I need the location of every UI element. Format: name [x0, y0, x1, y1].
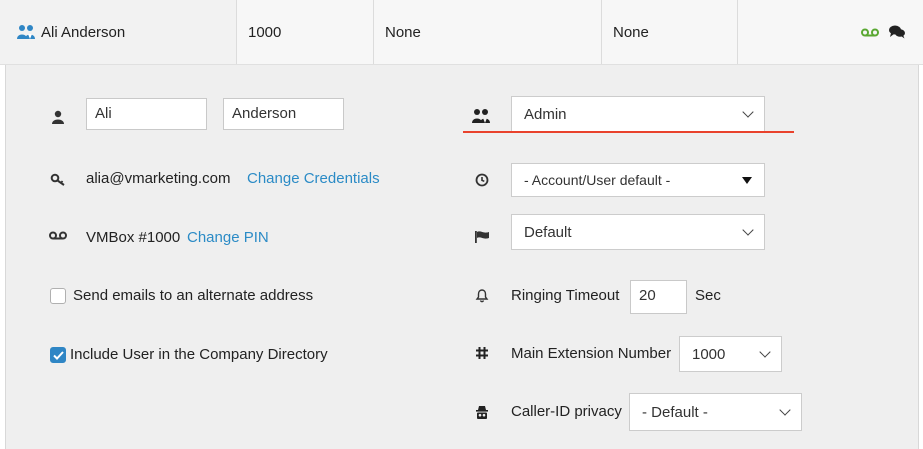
user-name: Ali Anderson: [41, 23, 126, 41]
call-forward-cell[interactable]: None: [601, 0, 737, 64]
extension-value: 1000: [248, 23, 282, 41]
main-extension-select[interactable]: 1000: [679, 336, 782, 372]
ringing-timeout-label: Ringing Timeout: [511, 287, 620, 304]
timezone-select[interactable]: - Account/User default -: [511, 163, 765, 197]
last-name-input[interactable]: Anderson: [223, 98, 344, 130]
role-icon: [471, 107, 491, 125]
role-select[interactable]: Admin: [511, 96, 765, 132]
chevron-down-icon: [742, 106, 754, 118]
user-header-row[interactable]: Ali Anderson 1000 None None: [0, 0, 923, 65]
user-name-cell[interactable]: Ali Anderson: [0, 0, 236, 64]
caller-id-privacy-select[interactable]: - Default -: [629, 393, 802, 431]
change-pin-link[interactable]: Change PIN: [187, 229, 269, 246]
ringing-timeout-input[interactable]: 20: [630, 280, 687, 314]
ringing-timeout-unit: Sec: [695, 287, 721, 304]
caret-down-icon: [742, 176, 752, 184]
alternate-email-label: Send emails to an alternate address: [73, 287, 314, 304]
last-name-value: Anderson: [232, 105, 297, 122]
device-cell[interactable]: None: [373, 0, 601, 64]
voicemail-icon[interactable]: [861, 28, 879, 37]
role-value: Admin: [524, 105, 567, 123]
flag-icon: [473, 229, 491, 245]
admin-user-icon: [17, 24, 35, 40]
company-directory-label: Include User in the Company Directory: [70, 346, 328, 363]
hash-icon: [473, 344, 490, 361]
language-select[interactable]: Default: [511, 214, 765, 250]
email-text: alia@vmarketing.com: [86, 170, 231, 187]
alternate-email-checkbox[interactable]: [50, 288, 66, 304]
user-settings-panel: Ali Anderson alia@vmarketing.com Change …: [5, 65, 919, 449]
main-extension-label: Main Extension Number: [511, 345, 672, 362]
chevron-down-icon: [742, 224, 754, 236]
call-forward-value: None: [613, 23, 649, 41]
change-credentials-link[interactable]: Change Credentials: [247, 170, 380, 187]
ringing-timeout-value: 20: [639, 287, 656, 304]
clock-icon: [474, 172, 490, 188]
key-icon: [49, 172, 67, 188]
incognito-icon: [473, 403, 490, 420]
voicemail-icon: [48, 229, 68, 241]
caller-id-privacy-label: Caller-ID privacy: [511, 403, 622, 420]
chevron-down-icon: [779, 404, 791, 416]
chat-icon[interactable]: [889, 25, 905, 39]
company-directory-checkbox[interactable]: [50, 347, 66, 363]
language-value: Default: [524, 223, 572, 241]
person-icon: [50, 109, 66, 125]
caller-id-privacy-value: - Default -: [642, 403, 708, 421]
first-name-value: Ali: [95, 105, 112, 122]
role-focus-underline: [463, 131, 794, 133]
extension-cell[interactable]: 1000: [236, 0, 373, 64]
bell-icon: [474, 287, 490, 303]
vmbox-text: VMBox #1000: [86, 229, 181, 246]
first-name-input[interactable]: Ali: [86, 98, 207, 130]
timezone-value: - Account/User default -: [524, 172, 671, 188]
features-cell[interactable]: [737, 0, 923, 64]
chevron-down-icon: [759, 346, 771, 358]
main-extension-value: 1000: [692, 345, 726, 363]
device-value: None: [385, 23, 421, 41]
check-icon: [52, 350, 64, 360]
